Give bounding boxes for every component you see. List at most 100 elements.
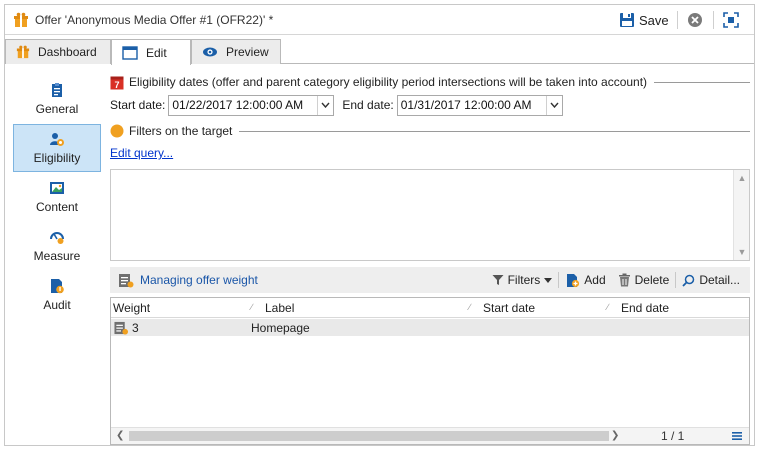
filters-title: Filters on the target <box>129 124 233 138</box>
sort-icon: ∕ <box>469 302 471 312</box>
tab-edit[interactable]: Edit <box>111 39 191 65</box>
sidebar-item-measure[interactable]: Measure <box>13 222 101 270</box>
weight-list-icon <box>119 273 134 287</box>
page-indicator: 1 / 1 <box>661 429 685 443</box>
delete-label: Delete <box>634 273 670 287</box>
gauge-icon <box>50 232 64 244</box>
magnifier-icon <box>682 274 695 287</box>
column-header-label[interactable]: ∕ Label <box>251 298 469 318</box>
filters-header: Filters on the target <box>110 122 750 140</box>
maximize-button[interactable] <box>722 11 740 29</box>
detail-label: Detail... <box>699 273 740 287</box>
start-date-value: 01/22/2017 12:00:00 AM <box>172 98 304 112</box>
scroll-thumb[interactable] <box>129 431 609 441</box>
end-date-value: 01/31/2017 12:00:00 AM <box>400 98 532 112</box>
tab-label: Dashboard <box>38 45 97 59</box>
scroll-down-icon[interactable]: ▼ <box>737 247 747 257</box>
sidebar-item-label: General <box>35 102 79 116</box>
weight-toolbar-title: Managing offer weight <box>118 273 258 288</box>
sort-icon: ∕ <box>607 302 609 312</box>
filters-button[interactable]: Filters <box>486 269 559 291</box>
maximize-icon <box>723 12 739 28</box>
cell-label: Homepage <box>251 320 310 335</box>
edit-window-icon <box>122 45 138 60</box>
delete-button[interactable]: Delete <box>612 269 676 291</box>
column-header-start-date[interactable]: ∕ Start date <box>469 298 607 318</box>
add-label: Add <box>584 273 606 287</box>
tab-preview[interactable]: Preview <box>191 39 281 64</box>
sidebar-item-general[interactable]: General <box>13 75 101 123</box>
sidebar-item-label: Eligibility <box>33 151 81 165</box>
trash-icon <box>618 273 630 287</box>
chevron-down-icon[interactable] <box>317 95 333 115</box>
close-button[interactable] <box>686 11 704 29</box>
tab-bar: Dashboard Edit Preview <box>5 36 754 65</box>
weight-toolbar: Managing offer weight Filters Add Delete… <box>110 267 750 293</box>
eligibility-panel: 7 Eligibility dates (offer and parent ca… <box>110 73 750 445</box>
add-document-icon <box>567 273 580 287</box>
scroll-right-icon[interactable]: ❯ <box>611 430 619 441</box>
weight-toolbar-actions: Filters Add Delete Detail... <box>486 267 746 293</box>
tab-label: Preview <box>226 45 269 59</box>
filter-dot-icon <box>110 124 124 138</box>
caret-down-icon <box>544 277 553 283</box>
cell-weight: 3 <box>111 321 251 335</box>
list-menu-icon[interactable] <box>731 430 743 442</box>
sidebar-item-label: Audit <box>43 298 71 312</box>
save-button[interactable]: Save <box>615 9 673 31</box>
funnel-icon <box>492 275 504 285</box>
column-header-end-date[interactable]: ∕ End date <box>607 298 747 318</box>
start-date-field[interactable]: 01/22/2017 12:00:00 AM <box>168 94 335 116</box>
offer-editor-window: Offer 'Anonymous Media Offer #1 (OFR22)'… <box>4 4 755 446</box>
eye-icon <box>203 47 217 57</box>
sidebar-item-eligibility[interactable]: Eligibility <box>13 124 101 172</box>
date-range-row: Start date: 01/22/2017 12:00:00 AM End d… <box>110 93 750 117</box>
filters-label: Filters <box>507 273 541 287</box>
sidebar-item-audit[interactable]: Audit <box>13 271 101 319</box>
grid-header: Weight ∕ Label ∕ Start date ∕ End date <box>111 298 749 318</box>
floppy-disk-icon <box>620 13 634 27</box>
edit-query-link[interactable]: Edit query... <box>110 146 173 160</box>
section-sidebar: General Eligibility Content Measure Audi… <box>13 75 103 320</box>
window-title: Offer 'Anonymous Media Offer #1 (OFR22)'… <box>35 13 274 27</box>
query-preview-box[interactable]: ▲ ▼ <box>110 169 750 261</box>
calendar-day: 7 <box>114 80 119 90</box>
weight-toolbar-label: Managing offer weight <box>140 273 258 287</box>
scroll-up-icon[interactable]: ▲ <box>737 173 747 183</box>
vertical-scrollbar[interactable]: ▲ ▼ <box>733 170 749 260</box>
scroll-left-icon[interactable]: ❮ <box>116 430 124 441</box>
horizontal-scrollbar[interactable]: ❮ ❯ 1 / 1 <box>111 427 749 444</box>
toolbar-separator <box>677 11 678 29</box>
toolbar-separator <box>713 11 714 29</box>
clipboard-icon <box>52 83 62 97</box>
end-date-field[interactable]: 01/31/2017 12:00:00 AM <box>396 94 563 116</box>
sort-icon: ∕ <box>251 302 253 312</box>
sidebar-item-content[interactable]: Content <box>13 173 101 221</box>
users-target-icon <box>50 133 64 146</box>
audit-icon <box>51 279 64 294</box>
eligibility-dates-title: Eligibility dates (offer and parent cate… <box>129 75 648 89</box>
title-bar: Offer 'Anonymous Media Offer #1 (OFR22)'… <box>5 5 754 35</box>
section-divider <box>654 81 750 83</box>
chevron-down-icon[interactable] <box>545 95 562 115</box>
save-label: Save <box>639 12 669 28</box>
weight-list-icon <box>114 321 128 335</box>
table-row[interactable]: 3 Homepage <box>111 319 749 336</box>
sidebar-item-label: Content <box>35 200 79 214</box>
column-header-weight[interactable]: Weight <box>111 298 251 318</box>
calendar-icon: 7 <box>110 76 124 90</box>
start-date-label: Start date: <box>110 98 166 112</box>
detail-button[interactable]: Detail... <box>676 269 746 291</box>
eligibility-dates-header: 7 Eligibility dates (offer and parent ca… <box>110 73 750 91</box>
offer-gift-icon <box>14 12 28 27</box>
weight-grid: Weight ∕ Label ∕ Start date ∕ End date 3… <box>110 297 750 445</box>
tab-label: Edit <box>146 45 167 60</box>
end-date-label: End date: <box>342 98 394 112</box>
close-circle-icon <box>688 13 702 27</box>
offer-gift-icon <box>16 45 30 59</box>
tab-dashboard[interactable]: Dashboard <box>5 39 111 64</box>
image-icon <box>50 182 64 194</box>
sidebar-item-label: Measure <box>33 249 81 263</box>
section-divider <box>239 130 750 132</box>
add-button[interactable]: Add <box>559 269 611 291</box>
